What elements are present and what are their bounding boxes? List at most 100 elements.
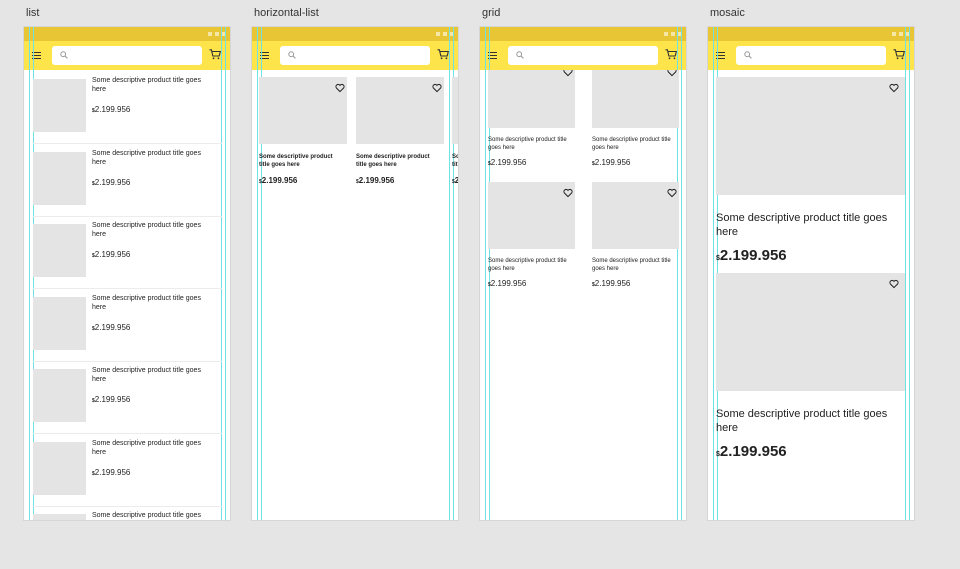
product-image[interactable]	[33, 79, 86, 132]
product-image[interactable]	[33, 514, 86, 520]
product-image[interactable]	[259, 77, 347, 144]
navbar	[708, 41, 914, 70]
price-value: 2.199.956	[358, 176, 395, 185]
horizontal-list-content[interactable]: Some descriptive product title goes here…	[252, 70, 458, 520]
status-bar	[708, 27, 914, 41]
product-image[interactable]	[33, 441, 86, 495]
product-image[interactable]	[33, 224, 86, 277]
search-bar[interactable]	[280, 46, 430, 65]
product-image[interactable]	[488, 70, 575, 128]
heart-icon[interactable]	[667, 70, 677, 77]
status-icons	[892, 32, 910, 36]
product-title: Some descriptive product title goes here	[356, 154, 430, 168]
product-card[interactable]: Some descriptive product title goes here…	[488, 70, 575, 181]
price-value: 2.199.956	[454, 176, 458, 185]
navbar	[252, 41, 458, 70]
signal-icon	[208, 32, 212, 36]
cart-icon[interactable]	[893, 49, 905, 60]
product-image[interactable]	[33, 369, 86, 422]
product-price: $2.199.956	[716, 443, 787, 460]
product-title: Some descriptive product title goes here	[92, 439, 201, 456]
heart-icon[interactable]	[889, 279, 899, 289]
wifi-icon	[443, 32, 447, 36]
heart-icon[interactable]	[667, 188, 677, 198]
price-value: 2.199.956	[94, 395, 131, 404]
product-card[interactable]: Some descriptive product title goes here…	[716, 77, 905, 273]
mosaic-content[interactable]: Some descriptive product title goes here…	[708, 70, 914, 520]
product-title: Some descriptive product title goes here	[259, 154, 333, 168]
product-price: $2.199.956	[92, 105, 130, 114]
product-image[interactable]	[592, 70, 679, 128]
search-bar[interactable]	[508, 46, 658, 65]
heart-icon[interactable]	[563, 70, 573, 77]
product-image[interactable]	[716, 273, 905, 391]
product-card[interactable]: Some descriptive product title goes here…	[488, 182, 575, 302]
list-item[interactable]: Some descriptive product title goes here…	[33, 505, 222, 520]
heart-icon[interactable]	[335, 83, 345, 93]
heart-icon[interactable]	[563, 188, 573, 198]
product-card[interactable]: Some descriptive product title goes here…	[592, 182, 679, 302]
grid-content[interactable]: Some descriptive product title goes here…	[480, 70, 686, 520]
search-input[interactable]	[74, 48, 194, 62]
price-value: 2.199.956	[94, 322, 131, 332]
search-input[interactable]	[758, 48, 878, 62]
product-price: $2.199.956	[488, 158, 526, 167]
status-icons	[208, 32, 226, 36]
heart-icon[interactable]	[432, 83, 442, 93]
list-item[interactable]: Some descriptive product title goes here…	[33, 288, 222, 362]
product-image[interactable]	[592, 182, 679, 249]
frame-mosaic: Some descriptive product title goes here…	[708, 27, 914, 520]
search-icon	[516, 51, 524, 59]
product-price: $2.199.956	[592, 158, 630, 167]
product-title: Some descriptive product title goes here	[92, 294, 201, 311]
product-image[interactable]	[452, 77, 458, 144]
product-title: Some descriptive product title goes here	[92, 77, 201, 93]
price-value: 2.199.956	[490, 279, 527, 288]
price-value: 2.199.956	[94, 250, 131, 259]
cart-icon[interactable]	[665, 49, 677, 60]
product-card[interactable]: Some descriptive product title goes here…	[716, 273, 905, 469]
price-value: 2.199.956	[719, 247, 787, 264]
frame-label-list: list	[26, 7, 40, 19]
heart-icon[interactable]	[889, 83, 899, 93]
list-item[interactable]: Some descriptive product title goes here…	[33, 143, 222, 217]
list-item[interactable]: Some descriptive product title goes here…	[33, 360, 222, 434]
product-title: Some descriptive product title goes here	[716, 212, 888, 238]
search-input[interactable]	[302, 48, 422, 62]
product-price: $2.199.956	[92, 178, 130, 187]
list-item[interactable]: Some descriptive product title goes here…	[33, 70, 222, 144]
navbar	[24, 41, 230, 70]
cart-icon[interactable]	[209, 49, 221, 60]
product-image[interactable]	[716, 77, 905, 195]
cart-icon[interactable]	[437, 49, 449, 60]
search-input[interactable]	[530, 48, 650, 62]
list-item[interactable]: Some descriptive product title goes here…	[33, 215, 222, 289]
product-title: Some descriptive product title goes here	[592, 137, 671, 151]
price-value: 2.199.956	[94, 105, 131, 114]
search-bar[interactable]	[52, 46, 202, 65]
product-title: Some descriptive product title goes here	[452, 154, 458, 168]
product-title: Some descriptive product title goes here	[488, 137, 567, 151]
price-value: 2.199.956	[261, 176, 298, 185]
product-image[interactable]	[33, 151, 86, 205]
product-title: Some descriptive product title goes here	[488, 258, 567, 272]
product-price: $2.199.956	[92, 395, 130, 404]
list-content[interactable]: Some descriptive product title goes here…	[24, 70, 230, 520]
signal-icon	[892, 32, 896, 36]
product-image[interactable]	[33, 296, 86, 350]
product-price: $2.199.956	[259, 176, 297, 185]
search-bar[interactable]	[736, 46, 886, 65]
list-item[interactable]: Some descriptive product title goes here…	[33, 433, 222, 507]
product-image[interactable]	[488, 182, 575, 249]
wifi-icon	[671, 32, 675, 36]
product-price: $2.199.956	[92, 468, 130, 477]
price-value: 2.199.956	[94, 467, 131, 477]
product-card[interactable]: Some descriptive product title goes here…	[452, 77, 458, 197]
product-card[interactable]: Some descriptive product title goes here…	[592, 70, 679, 181]
price-value: 2.199.956	[594, 158, 631, 167]
price-value: 2.199.956	[594, 279, 631, 288]
frame-horizontal-list: Some descriptive product title goes here…	[252, 27, 458, 520]
product-card[interactable]: Some descriptive product title goes here…	[356, 77, 444, 197]
product-card[interactable]: Some descriptive product title goes here…	[259, 77, 347, 197]
product-image[interactable]	[356, 77, 444, 144]
